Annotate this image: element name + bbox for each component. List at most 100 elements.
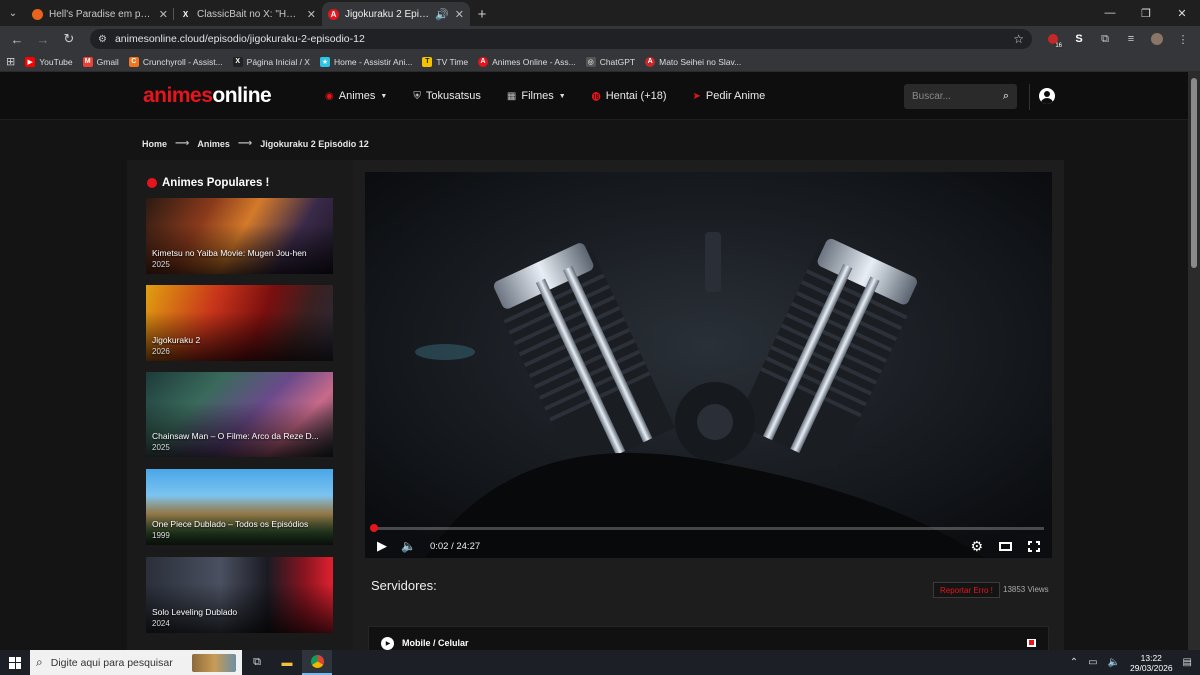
- bookmark-label: Página Inicial / X: [246, 56, 310, 67]
- fullscreen-icon[interactable]: [1028, 540, 1040, 552]
- sidebar-title: Animes Populares !: [147, 177, 269, 189]
- windows-taskbar: ⌕ Digite aqui para pesquisar ⧉ ▬ ⌃ ▭ 🔈 1…: [0, 650, 1200, 675]
- arrow-right-icon: ⟶: [175, 138, 190, 149]
- bookmark-item[interactable]: C Crunchyroll - Assist...: [128, 56, 223, 67]
- tab-favicon-icon: [32, 8, 43, 20]
- flag-icon: [1027, 639, 1036, 647]
- bookmark-item[interactable]: A Mato Seihei no Slav...: [645, 56, 741, 67]
- task-view-icon[interactable]: ⧉: [242, 650, 272, 675]
- anime-title: Chainsaw Man – O Filme: Arco da Reze D..…: [152, 431, 319, 441]
- clock[interactable]: 13:22 29/03/2026: [1130, 653, 1173, 673]
- browser-tab[interactable]: Hell's Paradise em português b ✕: [26, 2, 174, 26]
- anime-title: One Piece Dublado – Todos os Episódios: [152, 519, 309, 529]
- progress-scrubber[interactable]: [369, 524, 378, 532]
- tab-close-icon[interactable]: ✕: [455, 8, 464, 21]
- breadcrumb-section[interactable]: Animes: [197, 139, 230, 149]
- arrow-right-icon: ⟶: [237, 138, 253, 149]
- nav-animes[interactable]: ◉ Animes ▼: [325, 90, 387, 102]
- bookmark-item[interactable]: ◎ ChatGPT: [585, 56, 635, 67]
- breadcrumb: Home ⟶ Animes ⟶ Jigokuraku 2 Episódio 12: [142, 138, 369, 149]
- start-button[interactable]: [0, 650, 30, 675]
- restore-icon[interactable]: ❐: [1128, 0, 1164, 26]
- tab-favicon-icon: X: [180, 8, 191, 20]
- browser-tab[interactable]: X ClassicBait no X: "Hells Paradise ✕: [174, 2, 322, 26]
- bookmark-label: Animes Online - Ass...: [492, 56, 576, 67]
- volume-icon[interactable]: 🔈: [401, 539, 416, 553]
- anime-title: Solo Leveling Dublado: [152, 607, 238, 617]
- theater-mode-icon[interactable]: [999, 541, 1012, 551]
- search-input[interactable]: [912, 91, 1003, 102]
- browser-menu-icon[interactable]: ⋮: [1172, 28, 1194, 50]
- browser-tab-active[interactable]: A Jigokuraku 2 Episódio 12 - 🔊 ✕: [322, 2, 470, 26]
- gmail-icon: M: [82, 56, 93, 67]
- apps-grid-icon[interactable]: ⊞: [6, 55, 15, 68]
- report-error-button[interactable]: Reportar Erro !: [933, 582, 1000, 598]
- nav-pedir-anime[interactable]: ➤ Pedir Anime: [693, 90, 766, 102]
- bookmark-label: Home - Assistir Ani...: [333, 56, 413, 67]
- breadcrumb-home[interactable]: Home: [142, 139, 167, 149]
- tab-close-icon[interactable]: ✕: [159, 8, 168, 21]
- anime-year: 1999: [152, 531, 170, 540]
- file-explorer-icon[interactable]: ▬: [272, 650, 302, 675]
- forward-icon[interactable]: →: [32, 28, 54, 50]
- tab-strip: ⌄ Hell's Paradise em português b ✕ X Cla…: [0, 0, 1200, 26]
- site-logo[interactable]: animesonline: [143, 84, 272, 108]
- volume-icon[interactable]: 🔈: [1108, 657, 1120, 668]
- bookmark-item[interactable]: M Gmail: [82, 56, 119, 67]
- extension-icon[interactable]: 16: [1042, 28, 1064, 50]
- anime-year: 2026: [152, 347, 170, 356]
- settings-gear-icon[interactable]: ⚙: [970, 538, 983, 555]
- bookmark-item[interactable]: T TV Time: [422, 56, 468, 67]
- bookmark-item[interactable]: ▶ YouTube: [25, 56, 73, 67]
- reload-icon[interactable]: ↻: [58, 28, 80, 50]
- new-tab-button[interactable]: +: [470, 2, 494, 26]
- url-text[interactable]: animesonline.cloud/episodio/jigokuraku-2…: [115, 33, 1005, 45]
- minimize-icon[interactable]: —: [1092, 0, 1128, 26]
- site-info-icon[interactable]: ⚙: [98, 34, 107, 45]
- profile-avatar[interactable]: [1146, 28, 1168, 50]
- chevron-up-icon[interactable]: ⌃: [1070, 657, 1078, 668]
- nav-tokusatsus[interactable]: ⛨ Tokusatsus: [413, 90, 481, 102]
- bookmark-item[interactable]: A Animes Online - Ass...: [478, 56, 576, 67]
- address-bar[interactable]: ⚙ animesonline.cloud/episodio/jigokuraku…: [90, 29, 1032, 49]
- extension-s-icon[interactable]: S: [1068, 28, 1090, 50]
- extensions-puzzle-icon[interactable]: ⧉: [1094, 28, 1116, 50]
- nav-hentai[interactable]: ⓲ Hentai (+18): [592, 90, 667, 103]
- video-frame: [365, 172, 1052, 558]
- scrollbar-thumb[interactable]: [1191, 78, 1197, 268]
- play-icon[interactable]: ▶: [377, 538, 387, 554]
- speaker-icon[interactable]: 🔊: [435, 8, 449, 21]
- windows-logo-icon: [9, 656, 21, 669]
- back-icon[interactable]: ←: [6, 28, 28, 50]
- bookmark-item[interactable]: ★ Home - Assistir Ani...: [319, 56, 413, 67]
- tab-search-button[interactable]: ⌄: [0, 0, 26, 26]
- bookmark-item[interactable]: X Página Inicial / X: [232, 56, 310, 67]
- tab-close-icon[interactable]: ✕: [307, 8, 316, 21]
- extension-badge: 16: [1054, 43, 1063, 49]
- user-account-icon[interactable]: [1039, 88, 1055, 104]
- video-player[interactable]: ▶ 🔈 0:02 / 24:27 ⚙: [365, 172, 1052, 558]
- network-icon[interactable]: ▭: [1088, 657, 1097, 668]
- reading-list-icon[interactable]: ≡: [1120, 28, 1142, 50]
- main-nav: ◉ Animes ▼ ⛨ Tokusatsus ▦ Filmes ▼ ⓲ Hen…: [325, 72, 765, 120]
- nav-filmes[interactable]: ▦ Filmes ▼: [507, 90, 566, 102]
- close-window-icon[interactable]: ✕: [1164, 0, 1200, 26]
- bookmark-star-icon[interactable]: ☆: [1013, 32, 1024, 46]
- popular-anime-card[interactable]: Solo Leveling Dublado 2024: [146, 557, 333, 633]
- popular-anime-card[interactable]: Kimetsu no Yaiba Movie: Mugen Jou-hen 20…: [146, 198, 333, 274]
- film-icon: ◉: [325, 90, 334, 102]
- popular-anime-card[interactable]: Jigokuraku 2 2026: [146, 285, 333, 361]
- video-time: 0:02 / 24:27: [429, 540, 481, 552]
- popular-anime-card[interactable]: One Piece Dublado – Todos os Episódios 1…: [146, 469, 333, 545]
- taskbar-search[interactable]: ⌕ Digite aqui para pesquisar: [30, 650, 242, 675]
- servers-heading: Servidores:: [371, 578, 437, 593]
- site-search: ⌕: [904, 84, 1017, 109]
- page-scrollbar[interactable]: [1188, 72, 1200, 650]
- popular-anime-card[interactable]: Chainsaw Man – O Filme: Arco da Reze D..…: [146, 372, 333, 457]
- notifications-icon[interactable]: ▤: [1183, 657, 1192, 668]
- chrome-icon[interactable]: [302, 650, 332, 675]
- anime-year: 2025: [152, 260, 170, 269]
- server-option[interactable]: ▶ Mobile / Celular: [368, 626, 1049, 650]
- search-icon[interactable]: ⌕: [1003, 90, 1009, 103]
- video-progress-bar[interactable]: [369, 524, 1044, 532]
